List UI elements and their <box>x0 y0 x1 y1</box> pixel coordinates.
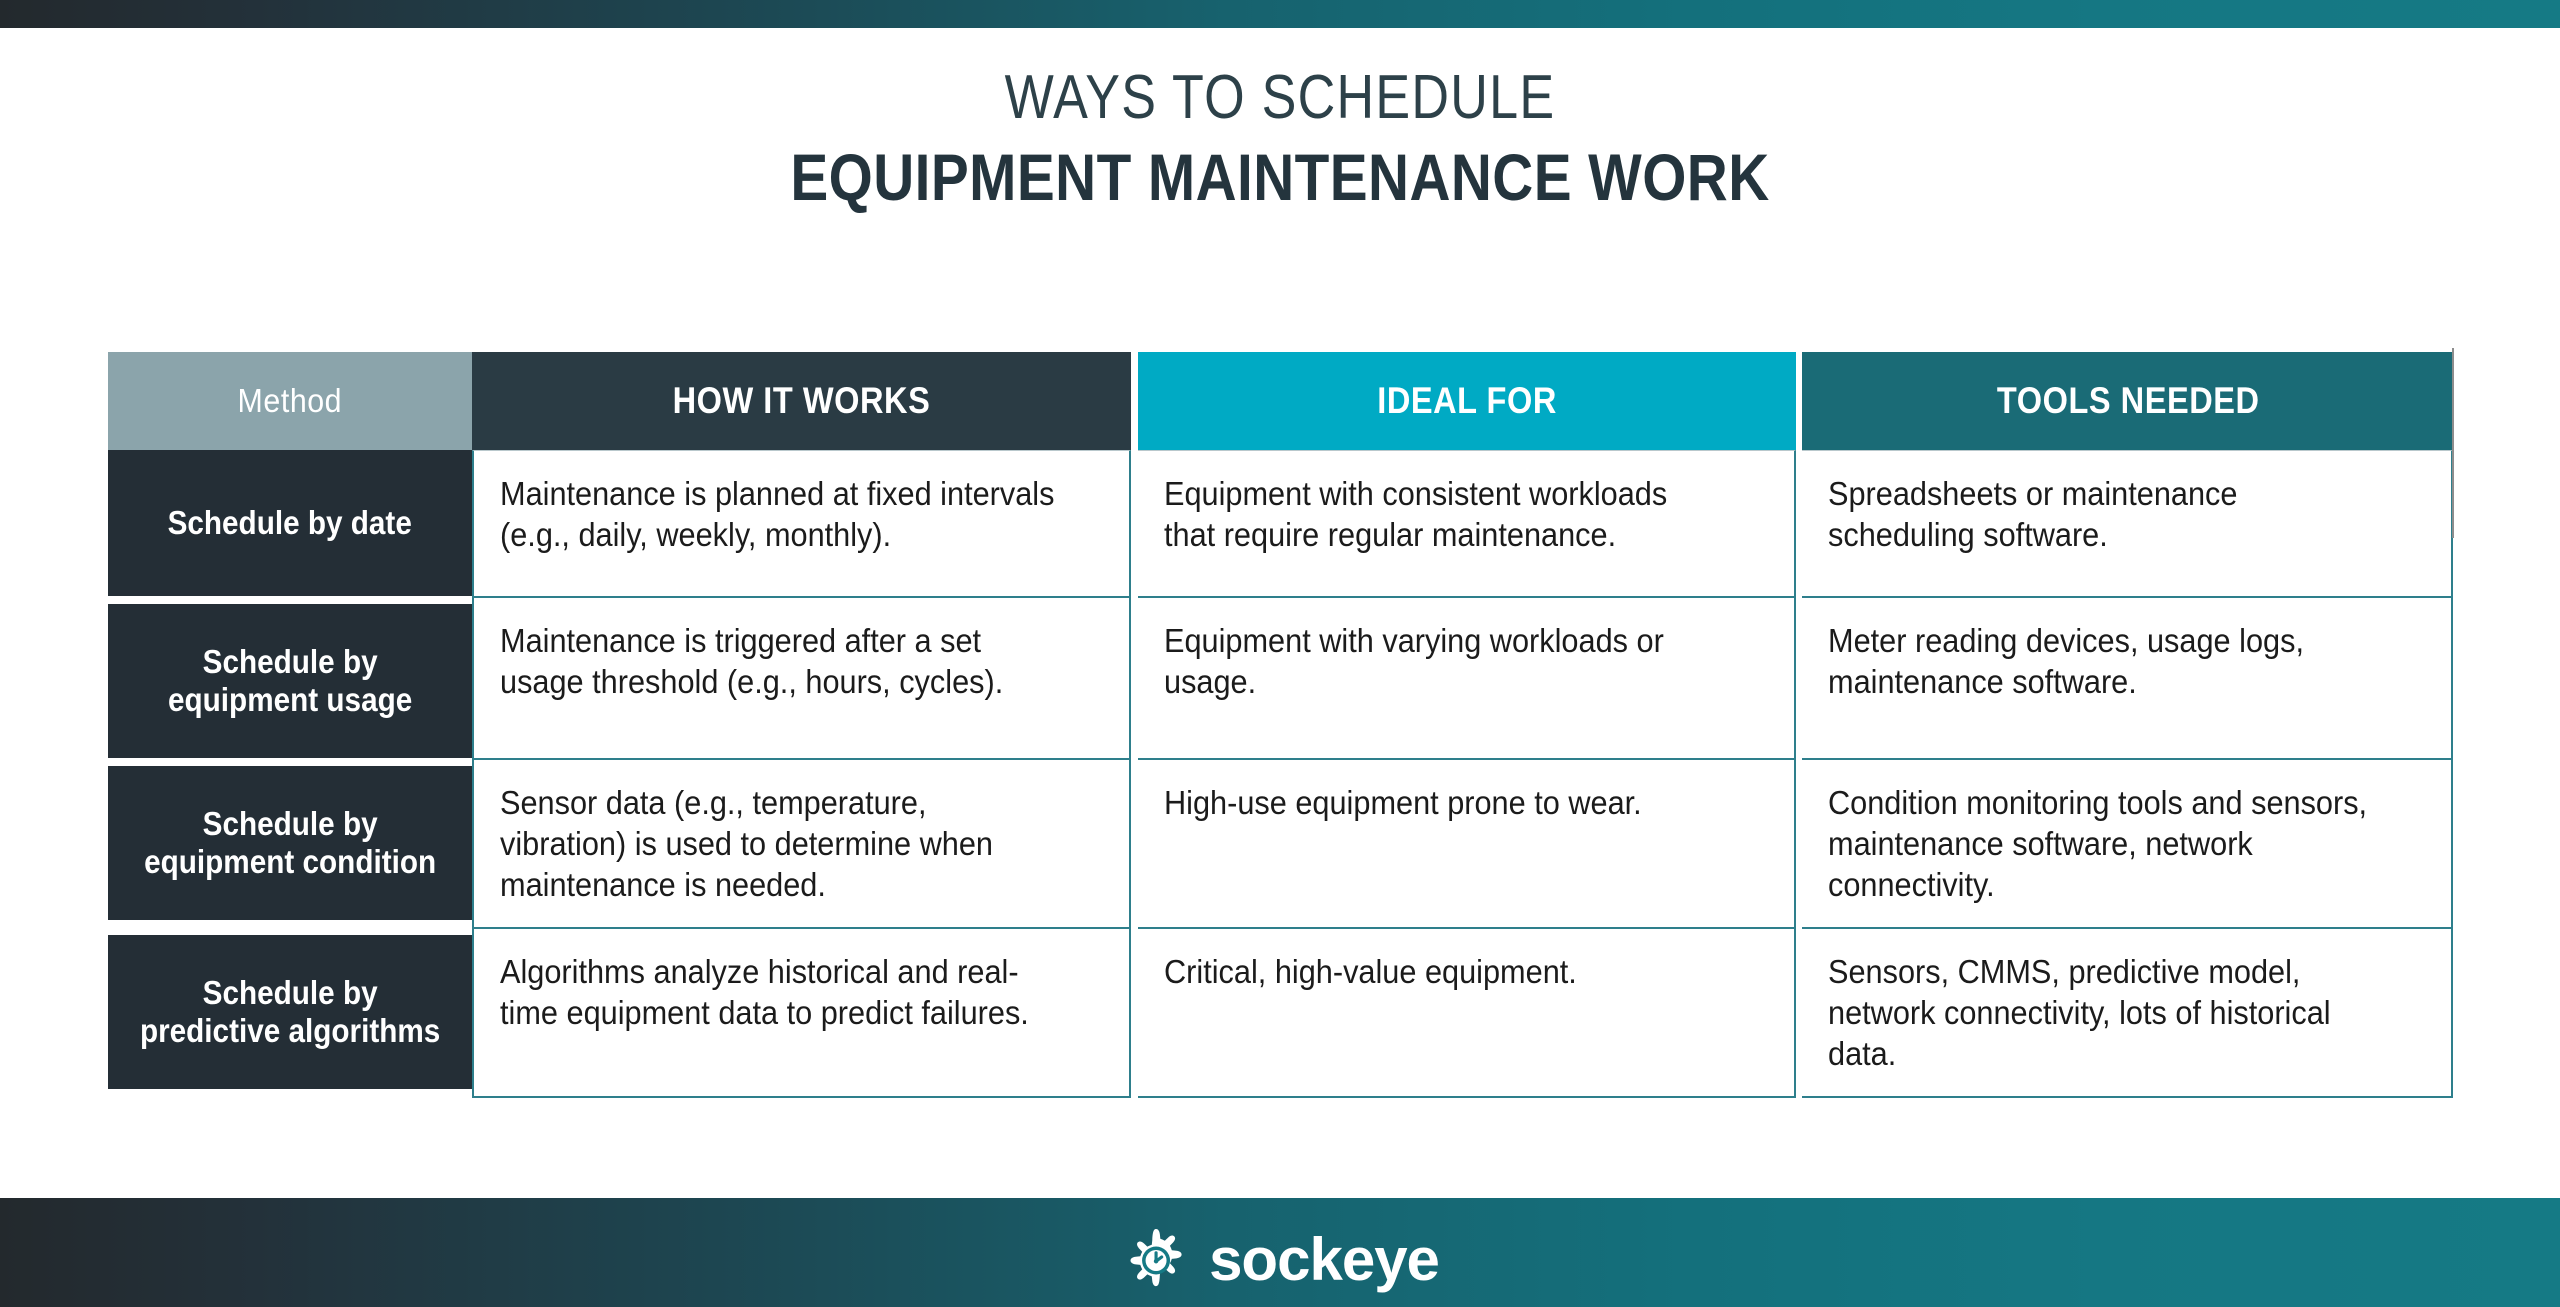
tools-needed-cell: Spreadsheets or maintenance scheduling s… <box>1802 450 2453 596</box>
tools-needed-cell: Condition monitoring tools and sensors, … <box>1802 758 2453 927</box>
table-row: Schedule by predictive algorithms Algori… <box>108 927 2453 1098</box>
ideal-for-text: Critical, high-value equipment. <box>1163 953 1577 990</box>
how-it-works-text: Maintenance is planned at fixed interval… <box>500 475 1055 553</box>
how-it-works-cell: Maintenance is planned at fixed interval… <box>472 450 1132 596</box>
table-header: Method HOW IT WORKS IDEAL FOR TOOLS NEED… <box>108 352 2453 450</box>
column-header-ideal-for: IDEAL FOR <box>1137 352 1796 450</box>
brand-wordmark: sockeye <box>1209 1225 1440 1293</box>
how-it-works-text: Maintenance is triggered after a set usa… <box>500 622 1004 700</box>
method-label: Schedule by date <box>167 504 413 541</box>
table-row: Schedule by date Maintenance is planned … <box>108 450 2453 596</box>
ideal-for-cell: Equipment with varying workloads or usag… <box>1137 596 1796 758</box>
method-label: Schedule by predictive algorithms <box>139 974 441 1049</box>
tools-needed-text: Sensors, CMMS, predictive model, network… <box>1828 953 2332 1072</box>
page-title: WAYS TO SCHEDULE EQUIPMENT MAINTENANCE W… <box>0 60 2560 218</box>
header-row: Method HOW IT WORKS IDEAL FOR TOOLS NEED… <box>108 352 2453 450</box>
method-badge: Schedule by date <box>108 450 473 596</box>
column-header-method-label: Method <box>237 382 343 419</box>
table: Method HOW IT WORKS IDEAL FOR TOOLS NEED… <box>108 352 2453 1098</box>
column-header-how-it-works: HOW IT WORKS <box>472 352 1132 450</box>
method-cell: Schedule by predictive algorithms <box>108 927 473 1098</box>
how-it-works-cell: Algorithms analyze historical and real-t… <box>472 927 1132 1098</box>
ideal-for-text: Equipment with varying workloads or usag… <box>1163 622 1664 700</box>
tools-needed-cell: Meter reading devices, usage logs, maint… <box>1802 596 2453 758</box>
column-header-tools-needed: TOOLS NEEDED <box>1802 352 2453 450</box>
sockeye-logo: sockeye <box>1121 1222 1440 1297</box>
method-cell: Schedule by equipment usage <box>108 596 473 758</box>
gear-eye-icon <box>1121 1222 1191 1297</box>
table-row: Schedule by equipment usage Maintenance … <box>108 596 2453 758</box>
table-row: Schedule by equipment condition Sensor d… <box>108 758 2453 927</box>
schedule-methods-table: Method HOW IT WORKS IDEAL FOR TOOLS NEED… <box>108 352 2453 1098</box>
ideal-for-cell: Critical, high-value equipment. <box>1137 927 1796 1098</box>
table-body: Schedule by date Maintenance is planned … <box>108 450 2453 1098</box>
method-badge: Schedule by predictive algorithms <box>108 935 473 1089</box>
tools-needed-cell: Sensors, CMMS, predictive model, network… <box>1802 927 2453 1098</box>
method-badge: Schedule by equipment usage <box>108 604 473 758</box>
infographic-page: WAYS TO SCHEDULE EQUIPMENT MAINTENANCE W… <box>0 0 2560 1307</box>
title-line-1: WAYS TO SCHEDULE <box>205 60 2355 136</box>
ideal-for-cell: High-use equipment prone to wear. <box>1137 758 1796 927</box>
top-gradient-bar <box>0 0 2560 28</box>
table-right-edge-rule <box>2452 348 2454 538</box>
ideal-for-text: Equipment with consistent workloads that… <box>1163 475 1668 553</box>
title-line-2-text: EQUIPMENT MAINTENANCE WORK <box>790 140 1770 214</box>
column-header-method: Method <box>108 352 473 450</box>
method-label: Schedule by equipment usage <box>168 643 413 718</box>
title-line-2: EQUIPMENT MAINTENANCE WORK <box>179 136 2381 218</box>
method-cell: Schedule by date <box>108 450 473 596</box>
tools-needed-text: Meter reading devices, usage logs, maint… <box>1828 622 2305 700</box>
ideal-for-cell: Equipment with consistent workloads that… <box>1137 450 1796 596</box>
column-header-ideal-for-label: IDEAL FOR <box>1377 380 1557 421</box>
column-header-how-it-works-label: HOW IT WORKS <box>672 380 931 421</box>
how-it-works-cell: Sensor data (e.g., temperature, vibratio… <box>472 758 1132 927</box>
tools-needed-text: Condition monitoring tools and sensors, … <box>1828 784 2368 903</box>
ideal-for-text: High-use equipment prone to wear. <box>1163 784 1642 821</box>
title-line-1-text: WAYS TO SCHEDULE <box>1004 63 1556 132</box>
how-it-works-cell: Maintenance is triggered after a set usa… <box>472 596 1132 758</box>
method-badge: Schedule by equipment condition <box>108 766 473 920</box>
tools-needed-text: Spreadsheets or maintenance scheduling s… <box>1828 475 2238 553</box>
method-cell: Schedule by equipment condition <box>108 758 473 927</box>
method-label: Schedule by equipment condition <box>144 805 437 880</box>
how-it-works-text: Sensor data (e.g., temperature, vibratio… <box>500 784 994 903</box>
how-it-works-text: Algorithms analyze historical and real-t… <box>500 953 1030 1031</box>
column-header-tools-needed-label: TOOLS NEEDED <box>1996 380 2260 421</box>
